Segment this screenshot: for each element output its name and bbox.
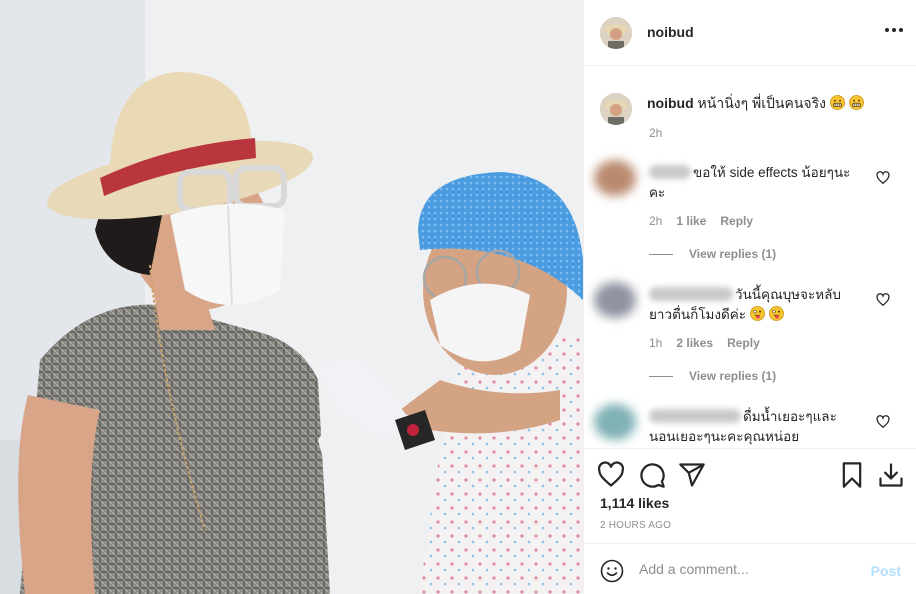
divider <box>649 254 673 256</box>
post-actions: 1,114 likes 2 HOURS AGO <box>584 448 916 544</box>
comment-text: ขอให้ side effects น้อยๆนะ คะ <box>649 163 850 203</box>
avatar[interactable] <box>600 17 632 49</box>
add-comment-bar: Post <box>584 543 916 594</box>
comment-likes[interactable]: 1 like <box>676 214 706 228</box>
comment-text: ดื่มน้ำเยอะๆและ นอนเยอะๆนะคะคุณหน่อย <box>649 407 837 447</box>
comment-text: วันนี้คุณบุษจะหลับ ยาวตื่นก็โมงดีค่ะ <box>649 285 841 325</box>
caption-username[interactable]: noibud <box>647 95 694 111</box>
post-time-ago: 2 HOURS AGO <box>600 520 672 531</box>
reply-button[interactable]: Reply <box>720 214 753 228</box>
comment-likes[interactable]: 2 likes <box>676 336 713 350</box>
comment-time: 1h <box>649 336 663 350</box>
download-icon[interactable] <box>877 461 905 489</box>
comment-input[interactable] <box>639 561 859 577</box>
blurred-username <box>649 165 691 179</box>
view-replies-button[interactable]: View replies (1) <box>649 369 776 383</box>
bookmark-icon[interactable] <box>838 461 866 489</box>
likes-count[interactable]: 1,114 likes <box>600 495 669 511</box>
view-replies-button[interactable]: View replies (1) <box>649 247 776 261</box>
comment-meta: 2h 1 like Reply <box>649 214 753 228</box>
comment-avatar[interactable] <box>594 282 636 318</box>
emoji-picker-icon[interactable] <box>600 559 624 583</box>
post-side-panel: noibud noibud หน้านิ่งๆ พี่เป็นคนจริง 2h… <box>583 0 916 594</box>
comment-line-2: ยาวตื่นก็โมงดีค่ะ <box>649 307 747 322</box>
tongue-emoji-icon <box>749 306 765 321</box>
caption-timestamp: 2h <box>649 126 663 140</box>
grinning-emoji-icon <box>829 95 845 110</box>
reply-button[interactable]: Reply <box>727 336 760 350</box>
post-username[interactable]: noibud <box>647 24 694 40</box>
comment-line-1: ดื่มน้ำเยอะๆและ <box>743 409 837 424</box>
comment-like-heart-icon[interactable] <box>876 415 890 429</box>
view-replies-label[interactable]: View replies (1) <box>689 247 776 261</box>
comment-icon[interactable] <box>638 461 666 489</box>
post-header: noibud <box>584 0 916 66</box>
grinning-emoji-icon <box>848 95 864 110</box>
blurred-username <box>649 409 741 423</box>
comment-time: 2h <box>649 214 663 228</box>
avatar-image <box>600 93 632 125</box>
comment-line-1: วันนี้คุณบุษจะหลับ <box>735 287 841 302</box>
comment-line-2: คะ <box>649 185 666 200</box>
heart-icon[interactable] <box>597 461 625 489</box>
post-comment-button[interactable]: Post <box>871 563 901 579</box>
comment-like-heart-icon[interactable] <box>876 293 890 307</box>
comment-like-heart-icon[interactable] <box>876 171 890 185</box>
view-replies-label[interactable]: View replies (1) <box>689 369 776 383</box>
caption-avatar[interactable] <box>600 93 632 125</box>
vaccination-photo <box>0 0 583 594</box>
comment-avatar[interactable] <box>594 160 636 196</box>
avatar-image <box>600 17 632 49</box>
comment-line-1: ขอให้ side effects น้อยๆนะ <box>693 165 851 180</box>
caption-text: หน้านิ่งๆ พี่เป็นคนจริง <box>697 95 826 111</box>
tongue-emoji-icon <box>768 306 784 321</box>
comment-meta: 1h 2 likes Reply <box>649 336 760 350</box>
comment-line-2: นอนเยอะๆนะคะคุณหน่อย <box>649 429 800 444</box>
share-icon[interactable] <box>678 461 706 489</box>
post-caption: noibud หน้านิ่งๆ พี่เป็นคนจริง <box>647 94 897 112</box>
divider <box>649 376 673 378</box>
blurred-username <box>649 287 733 301</box>
comments-list[interactable]: noibud หน้านิ่งๆ พี่เป็นคนจริง 2h ขอให้ … <box>584 67 916 448</box>
post-photo[interactable] <box>0 0 583 594</box>
comment-avatar[interactable] <box>594 404 636 440</box>
more-options-icon[interactable] <box>885 28 903 32</box>
